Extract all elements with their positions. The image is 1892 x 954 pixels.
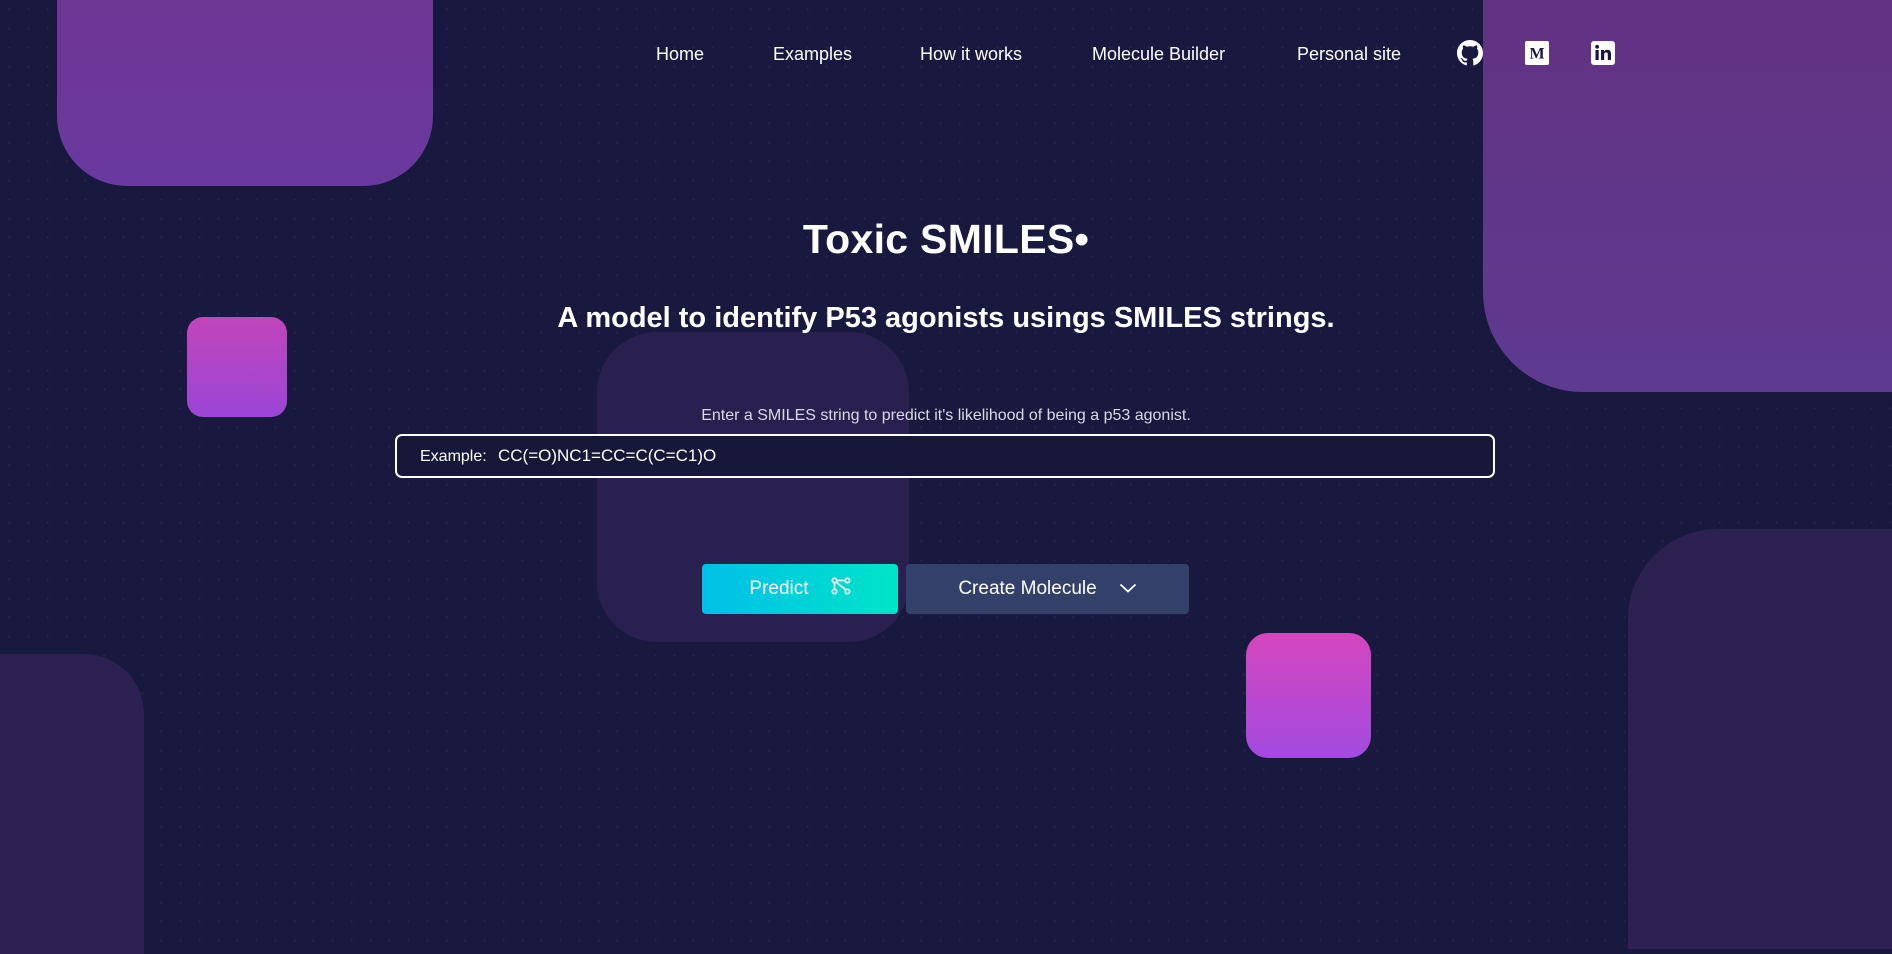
top-navigation: Home Examples How it works Molecule Buil…: [0, 40, 1892, 68]
nav-link-examples[interactable]: Examples: [773, 44, 852, 65]
predict-button-label: Predict: [749, 578, 809, 599]
nav-link-personal-site[interactable]: Personal site: [1297, 44, 1401, 65]
decorative-shape-bottom-right: [1628, 529, 1892, 949]
input-instructions: Enter a SMILES string to predict it's li…: [701, 407, 1191, 424]
molecule-icon: [831, 577, 851, 601]
nav-link-home[interactable]: Home: [656, 44, 704, 65]
create-molecule-button-label: Create Molecule: [958, 578, 1097, 599]
svg-text:M: M: [1529, 46, 1544, 63]
decorative-shape-top-left: [57, 0, 433, 186]
create-molecule-button[interactable]: Create Molecule: [906, 564, 1189, 614]
linkedin-icon[interactable]: [1590, 40, 1616, 66]
nav-link-how-it-works[interactable]: How it works: [920, 44, 1022, 65]
medium-icon[interactable]: M: [1524, 40, 1550, 66]
smiles-input[interactable]: [498, 442, 1478, 470]
predict-button[interactable]: Predict: [702, 564, 898, 614]
decorative-shape-bottom-left: [0, 654, 144, 954]
github-icon[interactable]: [1457, 40, 1483, 66]
smiles-input-container: Example:: [395, 434, 1495, 478]
input-label: Example:: [420, 448, 487, 465]
chevron-down-icon: [1119, 578, 1137, 600]
nav-link-molecule-builder[interactable]: Molecule Builder: [1092, 44, 1225, 65]
page-subtitle: A model to identify P53 agonists usings …: [557, 302, 1335, 334]
page-title: Toxic SMILES•: [802, 216, 1090, 262]
decorative-square-right: [1246, 633, 1371, 758]
